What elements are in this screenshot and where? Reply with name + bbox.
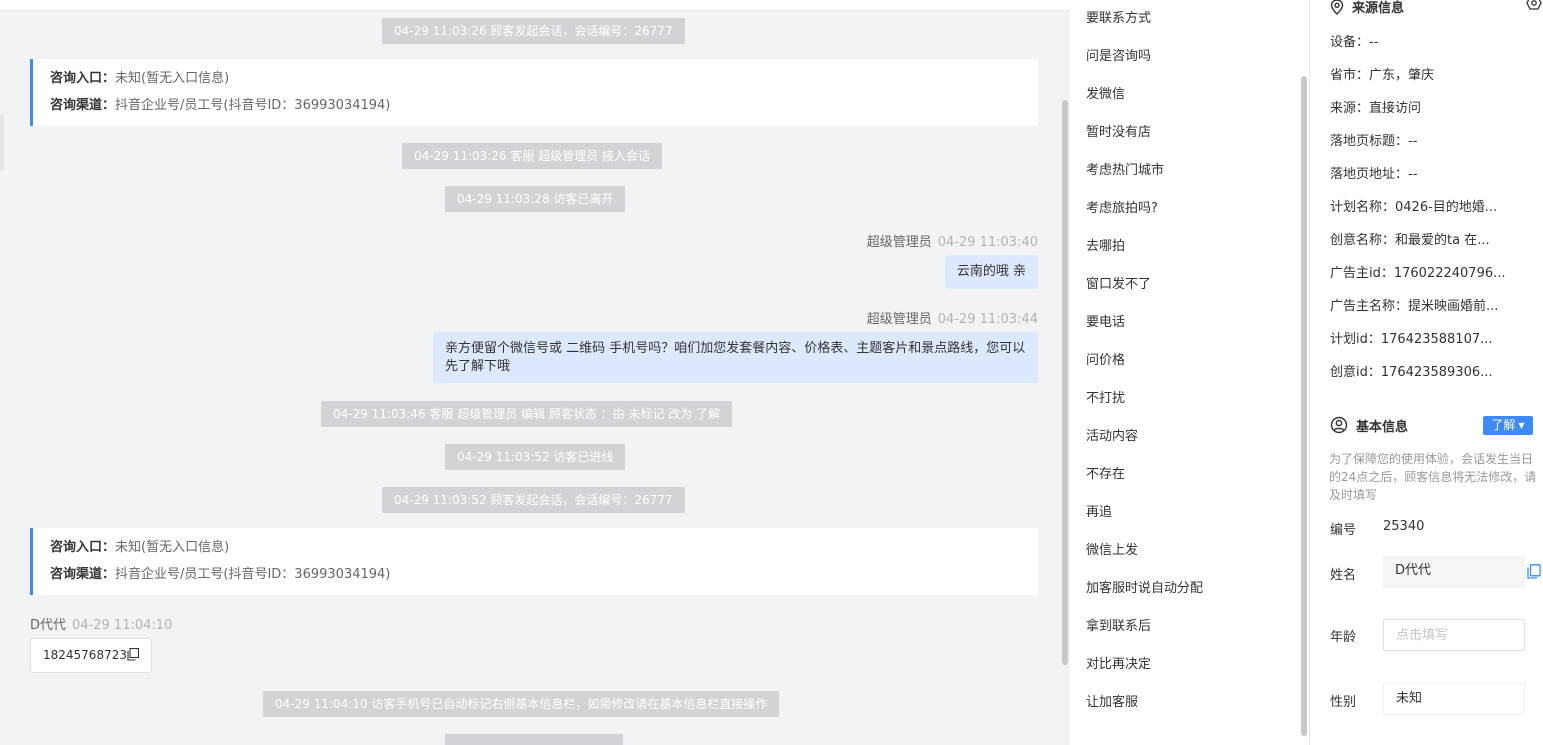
quick-reply-item[interactable]: 要联系方式 <box>1086 0 1203 38</box>
consult-entry-label: 咨询入口： <box>50 71 116 86</box>
source-info-row: 落地页地址：-- <box>1330 167 1418 182</box>
quick-reply-item[interactable]: 再追 <box>1086 494 1203 532</box>
source-info-row: 广告主id：176022240796... <box>1330 266 1506 281</box>
chat-left-edge <box>0 115 4 170</box>
caret-down-icon: ▼ <box>1518 421 1525 430</box>
quick-reply-item[interactable]: 问价格 <box>1086 342 1203 380</box>
copy-icon[interactable] <box>127 641 140 674</box>
quick-reply-item[interactable]: 要电话 <box>1086 304 1203 342</box>
source-info-header: 来源信息 <box>1330 0 1404 16</box>
quick-reply-item[interactable]: 对比再决定 <box>1086 646 1203 684</box>
consult-entry-value: 未知(暂无入口信息) <box>115 540 230 555</box>
id-value: 25340 <box>1383 519 1425 534</box>
message-time: 04-29 11:04:10 <box>72 618 173 633</box>
quick-reply-item[interactable]: 问是咨询吗 <box>1086 38 1203 76</box>
customer-info-panel: 来源信息 设备：-- 省市：广东，肇庆 来源：直接访问 落地页标题：-- 落地页地址：-… <box>1310 0 1543 745</box>
location-pin-icon <box>1330 0 1352 16</box>
consult-channel-value: 抖音企业号/员工号(抖音号ID：36993034194) <box>115 98 391 113</box>
consult-info-card: 咨询入口：未知(暂无入口信息) 咨询渠道：抖音企业号/员工号(抖音号ID：369… <box>30 528 1038 595</box>
system-message: 04-29 11:03:52 访客已进线 <box>445 444 626 470</box>
quick-reply-item[interactable]: 窗口发不了 <box>1086 266 1203 304</box>
consult-channel-label: 咨询渠道： <box>50 98 116 113</box>
source-info-row: 落地页标题：-- <box>1330 134 1418 149</box>
consult-entry-value: 未知(暂无入口信息) <box>115 71 230 86</box>
id-label: 编号 <box>1330 523 1357 538</box>
copy-icon[interactable] <box>1527 564 1541 583</box>
quick-reply-item[interactable]: 暂时没有店 <box>1086 114 1203 152</box>
quick-reply-item[interactable]: 不打扰 <box>1086 380 1203 418</box>
visitor-message-bubble: 18245768723 <box>30 638 152 673</box>
gender-select[interactable]: 未知 <box>1383 683 1525 715</box>
basic-info-title: 基本信息 <box>1356 420 1409 435</box>
sender-name: D代代 <box>30 618 67 633</box>
system-message: 04-29 11:03:26 客服 超级管理员 接入会话 <box>402 143 663 169</box>
gender-label: 性别 <box>1330 695 1357 710</box>
consult-info-card: 咨询入口：未知(暂无入口信息) 咨询渠道：抖音企业号/员工号(抖音号ID：369… <box>30 59 1038 126</box>
basic-info-header: 基本信息 <box>1330 416 1408 435</box>
visitor-message-text: 18245768723 <box>43 648 127 662</box>
agent-message-bubble: 云南的哦 亲 <box>944 255 1038 289</box>
system-message: 04-29 11:03:26 顾客发起会话，会话编号：26777 <box>382 18 685 44</box>
quick-reply-item[interactable]: 考虑热门城市 <box>1086 152 1203 190</box>
name-label: 姓名 <box>1330 568 1357 583</box>
age-label: 年龄 <box>1330 630 1357 645</box>
name-field: D代代 <box>1383 556 1525 588</box>
chat-scrollbar[interactable] <box>1062 100 1068 665</box>
agent-message-bubble: 亲方便留个微信号或 二维码 手机号吗？咱们加您发套餐内容、价格表、主题客片和景点… <box>433 332 1038 383</box>
quick-reply-item[interactable]: 考虑旅拍吗? <box>1086 190 1203 228</box>
source-info-row: 广告主名称：提米映画婚前... <box>1330 299 1499 314</box>
message-meta: 超级管理员 04-29 11:03:44 <box>867 308 1038 327</box>
message-time: 04-29 11:03:44 <box>937 312 1038 327</box>
message-time: 04-29 11:03:40 <box>937 235 1038 250</box>
source-info-row: 计划id：176423588107... <box>1330 332 1493 347</box>
consult-entry-label: 咨询入口： <box>50 540 116 555</box>
source-info-row: 省市：广东，肇庆 <box>1330 68 1435 83</box>
settings-icon[interactable] <box>1526 0 1542 14</box>
quick-reply-item[interactable]: 活动内容 <box>1086 418 1203 456</box>
quick-reply-scrollbar[interactable] <box>1301 76 1307 736</box>
source-info-row: 创意id：176423589306... <box>1330 365 1493 380</box>
quick-reply-item[interactable]: 加客服时说自动分配 <box>1086 570 1203 608</box>
quick-reply-item[interactable]: 发微信 <box>1086 76 1203 114</box>
consult-channel-label: 咨询渠道： <box>50 567 116 582</box>
chat-top-bar <box>0 0 1070 11</box>
source-info-title: 来源信息 <box>1352 1 1405 16</box>
chat-panel: 04-29 11:03:26 顾客发起会话，会话编号：26777 咨询入口：未知… <box>0 0 1070 745</box>
quick-reply-list: 要联系方式 问是咨询吗 发微信 暂时没有店 考虑热门城市 考虑旅拍吗? 去哪拍 窗口发不了 要电… <box>1086 0 1203 722</box>
consult-channel-value: 抖音企业号/员工号(抖音号ID：36993034194) <box>115 567 391 582</box>
quick-reply-item[interactable]: 拿到联系后 <box>1086 608 1203 646</box>
system-message: 04-29 11:03:46 客服 超级管理员 编辑 顾客状态 ：由 未标记 改… <box>321 401 733 427</box>
source-info-row: 计划名称：0426-目的地婚... <box>1330 200 1498 215</box>
system-message: 04-29 11:03:52 顾客发起会话，会话编号：26777 <box>382 487 685 513</box>
sender-name: 超级管理员 <box>866 312 932 327</box>
quick-reply-item[interactable]: 微信上发 <box>1086 532 1203 570</box>
system-message-partial <box>445 734 623 745</box>
system-message: 04-29 11:03:28 访客已离开 <box>445 186 626 212</box>
customer-status-label: 了解 <box>1491 418 1516 432</box>
source-info-row: 设备：-- <box>1330 35 1379 50</box>
message-meta: D代代 04-29 11:04:10 <box>30 614 172 633</box>
quick-reply-item[interactable]: 不存在 <box>1086 456 1203 494</box>
edit-hint: 为了保障您的使用体验，会话发生当日的24点之后，顾客信息将无法修改，请及时填写 <box>1329 452 1537 502</box>
system-message: 04-29 11:04:10 访客手机号已自动标记右侧基本信息栏，如需修改请在基… <box>263 691 780 717</box>
age-input[interactable] <box>1383 619 1525 651</box>
quick-reply-panel: 要联系方式 问是咨询吗 发微信 暂时没有店 考虑热门城市 考虑旅拍吗? 去哪拍 窗口发不了 要电… <box>1070 0 1310 745</box>
message-meta: 超级管理员 04-29 11:03:40 <box>867 231 1038 250</box>
sender-name: 超级管理员 <box>866 235 932 250</box>
quick-reply-item[interactable]: 让加客服 <box>1086 684 1203 722</box>
customer-status-dropdown[interactable]: 了解 ▼ <box>1483 416 1533 435</box>
user-circle-icon <box>1330 416 1356 435</box>
quick-reply-item[interactable]: 去哪拍 <box>1086 228 1203 266</box>
source-info-row: 创意名称：和最爱的ta 在... <box>1330 233 1490 248</box>
source-info-row: 来源：直接访问 <box>1330 101 1422 116</box>
